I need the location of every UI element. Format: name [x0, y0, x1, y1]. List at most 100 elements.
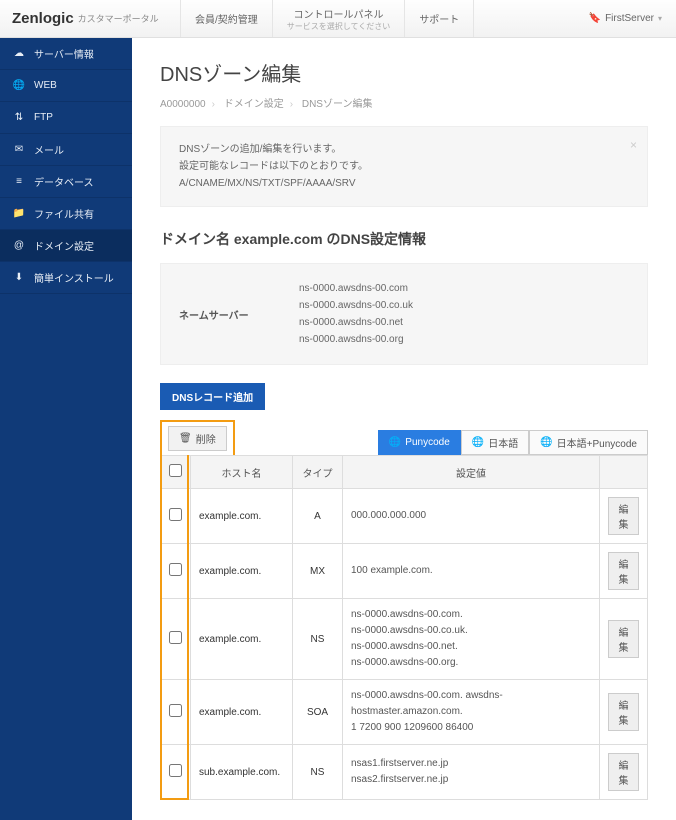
- edit-button[interactable]: 編集: [608, 753, 639, 791]
- sidebar-item-domain[interactable]: @ ドメイン設定: [0, 230, 132, 262]
- notice-panel: × DNSゾーンの追加/編集を行います。 設定可能なレコードは以下のとおりです。…: [160, 126, 648, 207]
- header-type: タイプ: [293, 456, 343, 489]
- sidebar-item-label: 簡単インストール: [34, 270, 114, 285]
- cell-value: ns-0000.awsdns-00.com. awsdns-hostmaster…: [343, 680, 600, 745]
- breadcrumb-item[interactable]: ドメイン設定: [224, 99, 284, 110]
- trash-icon: 🗑: [179, 433, 192, 444]
- topnav-support[interactable]: サポート: [405, 0, 474, 37]
- table-row: example.com.MX100 example.com.編集: [161, 544, 648, 599]
- sidebar-item-label: FTP: [34, 112, 53, 123]
- section-title: ドメイン名 example.com のDNS設定情報: [160, 229, 648, 249]
- download-icon: ⬇: [12, 272, 26, 283]
- header-host: ホスト名: [191, 456, 293, 489]
- sidebar-item-label: メール: [34, 142, 64, 157]
- sidebar-item-fileshare[interactable]: 📁 ファイル共有: [0, 198, 132, 230]
- nameserver-value: ns-0000.awsdns-00.org: [299, 331, 413, 348]
- nameserver-value: ns-0000.awsdns-00.co.uk: [299, 297, 413, 314]
- cloud-icon: ☁: [12, 48, 26, 59]
- database-icon: ≡: [12, 176, 26, 187]
- add-record-button[interactable]: DNSレコード追加: [160, 383, 265, 410]
- globe-icon: 🌐: [389, 437, 401, 448]
- cell-host: example.com.: [191, 544, 293, 599]
- cell-host: example.com.: [191, 599, 293, 680]
- nameserver-value: ns-0000.awsdns-00.com: [299, 280, 413, 297]
- topnav-label: サポート: [419, 11, 459, 26]
- header-checkbox: [161, 456, 191, 489]
- cell-value: 100 example.com.: [343, 544, 600, 599]
- toggle-both[interactable]: 🌐日本語+Punycode: [529, 430, 648, 455]
- delete-button[interactable]: 🗑削除: [168, 426, 227, 451]
- cell-host: example.com.: [191, 680, 293, 745]
- topnav-label: 会員/契約管理: [195, 11, 258, 26]
- edit-button[interactable]: 編集: [608, 497, 639, 535]
- folder-icon: 📁: [12, 208, 26, 219]
- cell-value: 000.000.000.000: [343, 489, 600, 544]
- globe-icon: 🌐: [12, 80, 26, 91]
- cell-host: example.com.: [191, 489, 293, 544]
- edit-button[interactable]: 編集: [608, 693, 639, 731]
- sidebar: ☁ サーバー情報 🌐 WEB ⇅ FTP ✉ メール ≡ データベース 📁 ファイル共有 @…: [0, 38, 132, 820]
- table-row: sub.example.com.NSnsas1.firstserver.ne.j…: [161, 745, 648, 800]
- breadcrumb: A0000000› ドメイン設定› DNSゾーン編集: [160, 95, 648, 110]
- sidebar-item-server[interactable]: ☁ サーバー情報: [0, 38, 132, 70]
- toggle-punycode[interactable]: 🌐Punycode: [378, 430, 461, 455]
- cell-value: ns-0000.awsdns-00.com.ns-0000.awsdns-00.…: [343, 599, 600, 680]
- view-toggle-group: 🌐Punycode 🌐日本語 🌐日本語+Punycode: [378, 430, 648, 455]
- breadcrumb-item[interactable]: A0000000: [160, 99, 206, 110]
- sidebar-item-label: データベース: [34, 174, 94, 189]
- cell-type: MX: [293, 544, 343, 599]
- edit-button[interactable]: 編集: [608, 552, 639, 590]
- globe-icon: 🌐: [540, 437, 552, 448]
- notice-line: DNSゾーンの追加/編集を行います。: [179, 141, 629, 158]
- topnav-member[interactable]: 会員/契約管理: [180, 0, 273, 37]
- cell-type: NS: [293, 745, 343, 800]
- row-checkbox[interactable]: [169, 704, 182, 717]
- topbar: Zenlogic カスタマーポータル 会員/契約管理 コントロールパネル サービ…: [0, 0, 676, 38]
- sidebar-item-database[interactable]: ≡ データベース: [0, 166, 132, 198]
- delete-highlight: 🗑削除: [160, 420, 235, 455]
- table-row: example.com.NSns-0000.awsdns-00.com.ns-0…: [161, 599, 648, 680]
- main-content: DNSゾーン編集 A0000000› ドメイン設定› DNSゾーン編集 × DN…: [132, 38, 676, 820]
- sidebar-item-label: ファイル共有: [34, 206, 94, 221]
- page-title: DNSゾーン編集: [160, 58, 648, 87]
- row-checkbox[interactable]: [169, 563, 182, 576]
- globe-icon: 🌐: [472, 437, 484, 448]
- sidebar-item-ftp[interactable]: ⇅ FTP: [0, 102, 132, 134]
- toggle-japanese[interactable]: 🌐日本語: [461, 430, 529, 455]
- mail-icon: ✉: [12, 144, 26, 155]
- notice-line: 設定可能なレコードは以下のとおりです。: [179, 158, 629, 175]
- select-all-checkbox[interactable]: [169, 464, 182, 477]
- at-icon: @: [12, 240, 26, 251]
- transfer-icon: ⇅: [12, 112, 26, 123]
- domain-name: example.com: [234, 231, 323, 247]
- user-menu[interactable]: 🔖 FirstServer ▾: [575, 0, 676, 37]
- edit-button[interactable]: 編集: [608, 620, 639, 658]
- sidebar-item-label: サーバー情報: [34, 46, 94, 61]
- sidebar-item-label: WEB: [34, 80, 57, 91]
- cell-host: sub.example.com.: [191, 745, 293, 800]
- topnav-label: コントロールパネル: [294, 6, 384, 21]
- sidebar-item-label: ドメイン設定: [34, 238, 94, 253]
- close-icon[interactable]: ×: [630, 135, 637, 155]
- sidebar-item-install[interactable]: ⬇ 簡単インストール: [0, 262, 132, 294]
- table-row: example.com.SOAns-0000.awsdns-00.com. aw…: [161, 680, 648, 745]
- nameserver-panel: ネームサーバー ns-0000.awsdns-00.com ns-0000.aw…: [160, 263, 648, 365]
- top-nav: 会員/契約管理 コントロールパネル サービスを選択してください サポート: [180, 0, 575, 37]
- logo-subtext: カスタマーポータル: [78, 12, 159, 25]
- topnav-controlpanel[interactable]: コントロールパネル サービスを選択してください: [273, 0, 406, 37]
- row-checkbox[interactable]: [169, 631, 182, 644]
- records-table-wrap: ホスト名 タイプ 設定値 example.com.A000.000.000.00…: [160, 455, 648, 800]
- nameserver-label: ネームサーバー: [179, 280, 299, 348]
- chevron-down-icon: ▾: [658, 14, 662, 23]
- logo[interactable]: Zenlogic カスタマーポータル: [0, 0, 180, 37]
- table-row: example.com.A000.000.000.000編集: [161, 489, 648, 544]
- sidebar-item-web[interactable]: 🌐 WEB: [0, 70, 132, 102]
- row-checkbox[interactable]: [169, 764, 182, 777]
- records-table: ホスト名 タイプ 設定値 example.com.A000.000.000.00…: [160, 455, 648, 800]
- notice-line: A/CNAME/MX/NS/TXT/SPF/AAAA/SRV: [179, 175, 629, 192]
- cell-type: NS: [293, 599, 343, 680]
- header-edit: [600, 456, 648, 489]
- sidebar-item-mail[interactable]: ✉ メール: [0, 134, 132, 166]
- row-checkbox[interactable]: [169, 508, 182, 521]
- nameserver-values: ns-0000.awsdns-00.com ns-0000.awsdns-00.…: [299, 280, 413, 348]
